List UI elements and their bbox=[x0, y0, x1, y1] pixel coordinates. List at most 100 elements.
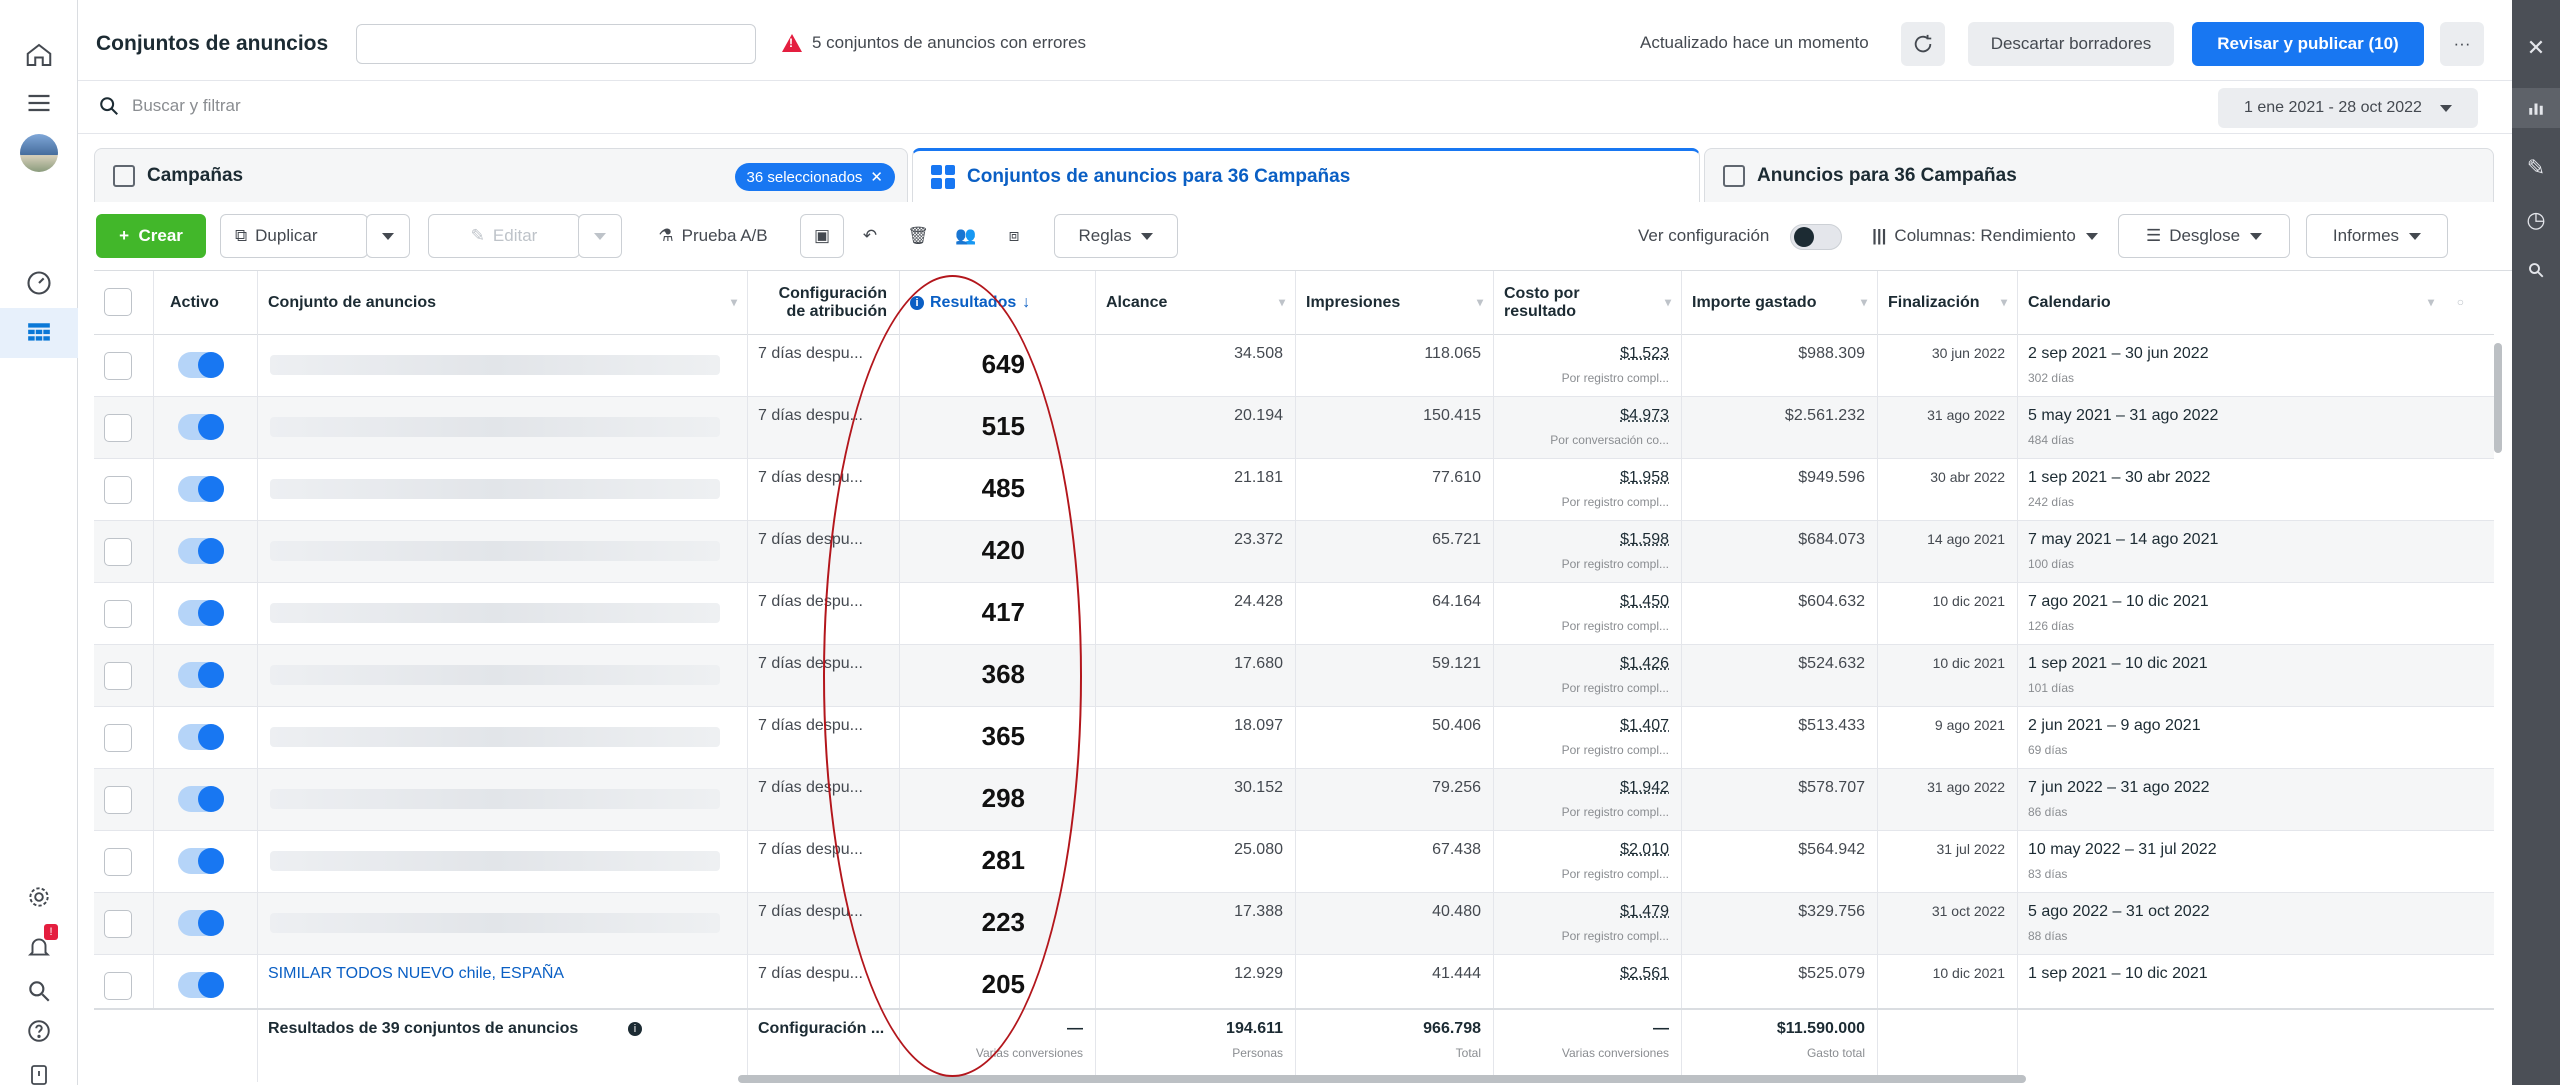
cost-value[interactable]: $4.973 bbox=[1620, 407, 1669, 425]
column-header-adset[interactable]: Conjunto de anuncios ▾ bbox=[258, 271, 748, 335]
column-header-results[interactable]: i Resultados ↓ bbox=[900, 271, 1096, 335]
clear-selection-icon[interactable]: ✕ bbox=[870, 168, 883, 186]
table-row[interactable]: 7 días despu... 649 34.508 118.065 $1.52… bbox=[94, 335, 2494, 397]
row-checkbox[interactable] bbox=[104, 476, 132, 504]
cost-value[interactable]: $2.561 bbox=[1620, 965, 1669, 983]
duplicate-dropdown[interactable] bbox=[366, 214, 410, 258]
row-checkbox[interactable] bbox=[104, 910, 132, 938]
horizontal-scrollbar[interactable] bbox=[738, 1075, 2026, 1083]
column-header-end[interactable]: Finalización ▾ bbox=[1878, 271, 2018, 335]
cost-value[interactable]: $1.426 bbox=[1620, 655, 1669, 673]
active-toggle[interactable] bbox=[178, 972, 224, 998]
notifications-bell-icon[interactable]: ! bbox=[0, 922, 78, 972]
adset-name-link[interactable]: SIMILAR TODOS NUEVO chile, ESPAÑA bbox=[268, 965, 564, 983]
columns-dropdown[interactable]: ||| Columnas: Rendimiento bbox=[1864, 214, 2106, 258]
dashboard-gauge-icon[interactable] bbox=[0, 258, 78, 308]
close-icon[interactable]: ✕ bbox=[2512, 28, 2560, 68]
cost-value[interactable]: $1.407 bbox=[1620, 717, 1669, 735]
info-icon[interactable]: i bbox=[628, 1022, 642, 1036]
row-checkbox[interactable] bbox=[104, 848, 132, 876]
tab-adsets[interactable]: Conjuntos de anuncios para 36 Campañas bbox=[912, 148, 1700, 202]
active-toggle[interactable] bbox=[178, 910, 224, 936]
table-row[interactable]: 7 días despu... 368 17.680 59.121 $1.426… bbox=[94, 645, 2494, 707]
selected-campaigns-pill[interactable]: 36 seleccionados ✕ bbox=[735, 163, 896, 191]
undo-button[interactable]: ↶ bbox=[848, 214, 892, 258]
search-input[interactable]: Buscar y filtrar bbox=[132, 96, 241, 116]
preview-button[interactable]: ⧈ bbox=[992, 214, 1036, 258]
ads-manager-table-icon[interactable] bbox=[0, 308, 78, 358]
active-toggle[interactable] bbox=[178, 414, 224, 440]
delete-button[interactable]: 🗑 bbox=[896, 214, 940, 258]
edit-dropdown[interactable] bbox=[578, 214, 622, 258]
duplicate-button[interactable]: ⧉ Duplicar bbox=[220, 214, 368, 258]
active-toggle[interactable] bbox=[178, 786, 224, 812]
active-toggle[interactable] bbox=[178, 352, 224, 378]
more-options-button[interactable]: ··· bbox=[2440, 22, 2484, 66]
select-all-checkbox[interactable] bbox=[104, 288, 132, 316]
discard-drafts-button[interactable]: Descartar borradores bbox=[1968, 22, 2174, 66]
refresh-button[interactable] bbox=[1901, 22, 1945, 66]
rules-dropdown[interactable]: Reglas bbox=[1054, 214, 1178, 258]
table-row[interactable]: 7 días despu... 365 18.097 50.406 $1.407… bbox=[94, 707, 2494, 769]
row-checkbox[interactable] bbox=[104, 600, 132, 628]
row-checkbox[interactable] bbox=[104, 724, 132, 752]
table-row[interactable]: 7 días despu... 298 30.152 79.256 $1.942… bbox=[94, 769, 2494, 831]
account-avatar[interactable] bbox=[0, 128, 78, 178]
ab-test-button[interactable]: ⚗ Prueba A/B bbox=[638, 214, 788, 258]
cost-value[interactable]: $1.450 bbox=[1620, 593, 1669, 611]
column-settings-icon[interactable]: ○ bbox=[2457, 296, 2464, 310]
cost-value[interactable]: $1.523 bbox=[1620, 345, 1669, 363]
column-header-schedule[interactable]: Calendario ▾ ○ bbox=[2018, 271, 2474, 335]
cost-value[interactable]: $1.942 bbox=[1620, 779, 1669, 797]
copy-clipboard-button[interactable]: ▣ bbox=[800, 214, 844, 258]
row-checkbox[interactable] bbox=[104, 538, 132, 566]
zoom-search-icon[interactable] bbox=[2512, 250, 2560, 290]
create-button[interactable]: + Crear bbox=[96, 214, 206, 258]
table-row[interactable]: 7 días despu... 420 23.372 65.721 $1.598… bbox=[94, 521, 2494, 583]
active-toggle[interactable] bbox=[178, 724, 224, 750]
edit-pencil-icon[interactable]: ✎ bbox=[2512, 148, 2560, 188]
vertical-scrollbar[interactable] bbox=[2494, 343, 2502, 453]
active-toggle[interactable] bbox=[178, 538, 224, 564]
menu-icon[interactable] bbox=[0, 78, 78, 128]
errors-notice[interactable]: 5 conjuntos de anuncios con errores bbox=[782, 33, 1086, 53]
row-checkbox[interactable] bbox=[104, 786, 132, 814]
table-row[interactable]: 7 días despu... 417 24.428 64.164 $1.450… bbox=[94, 583, 2494, 645]
help-icon[interactable] bbox=[0, 1006, 78, 1056]
breakdown-dropdown[interactable]: ☰ Desglose bbox=[2118, 214, 2290, 258]
audience-button[interactable]: 👥 bbox=[944, 214, 988, 258]
active-toggle[interactable] bbox=[178, 600, 224, 626]
cost-value[interactable]: $2.010 bbox=[1620, 841, 1669, 859]
column-header-cost[interactable]: Costo por resultado ▾ bbox=[1494, 271, 1682, 335]
history-clock-icon[interactable]: ◷ bbox=[2512, 200, 2560, 240]
date-range-picker[interactable]: 1 ene 2021 - 28 oct 2022 bbox=[2218, 88, 2478, 128]
cost-value[interactable]: $1.479 bbox=[1620, 903, 1669, 921]
active-toggle[interactable] bbox=[178, 476, 224, 502]
table-row[interactable]: 7 días despu... 223 17.388 40.480 $1.479… bbox=[94, 893, 2494, 955]
view-settings-toggle[interactable] bbox=[1790, 224, 1842, 250]
column-header-attribution[interactable]: Configuración de atribución bbox=[748, 271, 900, 335]
tab-ads[interactable]: Anuncios para 36 Campañas bbox=[1704, 148, 2494, 202]
reports-dropdown[interactable]: Informes bbox=[2306, 214, 2448, 258]
column-header-reach[interactable]: Alcance ▾ bbox=[1096, 271, 1296, 335]
home-icon[interactable] bbox=[0, 30, 78, 80]
review-publish-button[interactable]: Revisar y publicar (10) bbox=[2192, 22, 2424, 66]
column-header-impressions[interactable]: Impresiones ▾ bbox=[1296, 271, 1494, 335]
edit-button[interactable]: ✎ Editar bbox=[428, 214, 580, 258]
active-toggle[interactable] bbox=[178, 848, 224, 874]
row-checkbox[interactable] bbox=[104, 352, 132, 380]
tab-campaigns[interactable]: Campañas 36 seleccionados ✕ bbox=[94, 148, 908, 202]
cost-value[interactable]: $1.598 bbox=[1620, 531, 1669, 549]
column-header-spent[interactable]: Importe gastado ▾ bbox=[1682, 271, 1878, 335]
active-toggle[interactable] bbox=[178, 662, 224, 688]
cost-value[interactable]: $1.958 bbox=[1620, 469, 1669, 487]
settings-gear-icon[interactable] bbox=[0, 872, 78, 922]
table-row[interactable]: 7 días despu... 485 21.181 77.610 $1.958… bbox=[94, 459, 2494, 521]
column-header-active[interactable]: Activo bbox=[154, 271, 258, 335]
table-row[interactable]: 7 días despu... 515 20.194 150.415 $4.97… bbox=[94, 397, 2494, 459]
row-checkbox[interactable] bbox=[104, 414, 132, 442]
table-row[interactable]: 7 días despu... 281 25.080 67.438 $2.010… bbox=[94, 831, 2494, 893]
report-problem-icon[interactable] bbox=[0, 1050, 78, 1085]
charts-icon[interactable] bbox=[2512, 88, 2560, 128]
row-checkbox[interactable] bbox=[104, 662, 132, 690]
